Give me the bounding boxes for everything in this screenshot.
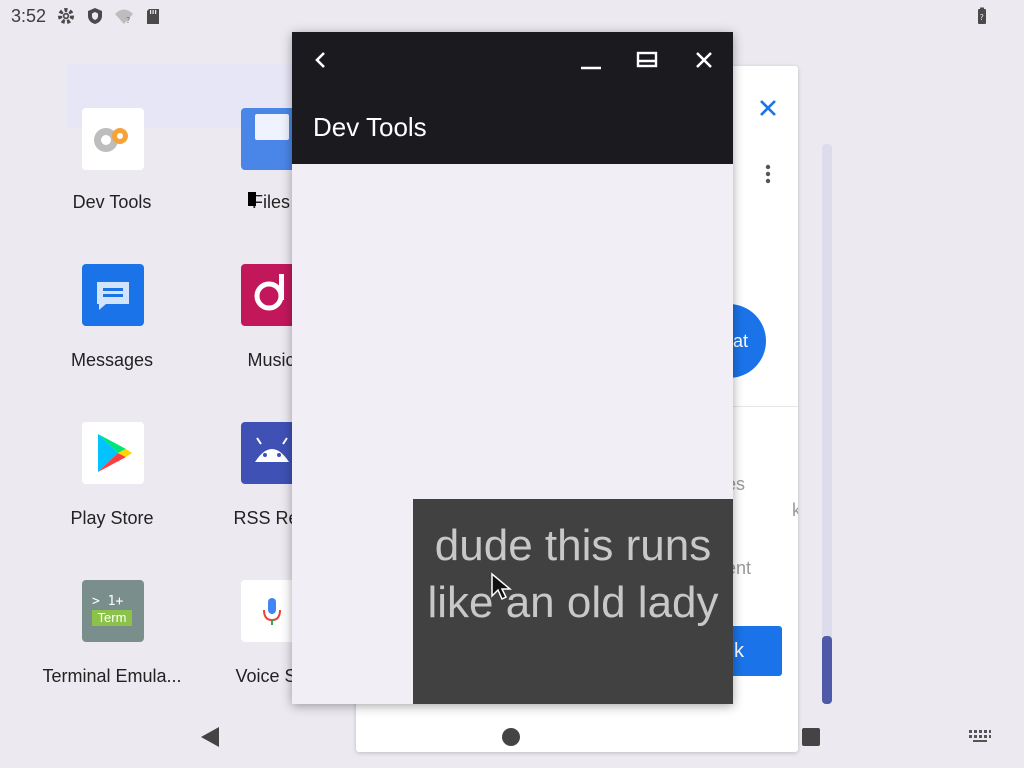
dialog-text: k <box>792 500 798 520</box>
messages-icon <box>82 264 144 326</box>
status-time: 3:52 <box>11 6 47 26</box>
scrollbar-track[interactable] <box>822 144 832 704</box>
window-header: Dev Tools <box>292 32 733 164</box>
play-store-icon <box>82 422 144 484</box>
recents-nav-icon[interactable] <box>800 726 822 748</box>
svg-text:?: ? <box>980 13 984 22</box>
app-label: Dev Tools <box>72 192 152 212</box>
app-label: Terminal Emula... <box>42 666 182 686</box>
window-title: Dev Tools <box>313 112 427 142</box>
back-icon[interactable] <box>302 42 338 78</box>
back-nav-icon[interactable] <box>198 724 224 750</box>
navigation-bar <box>0 704 1024 768</box>
text-cursor <box>248 192 256 206</box>
battery-unknown-icon: ? <box>978 7 986 24</box>
dev-tools-icon <box>82 108 144 170</box>
dev-tools-window: Dev Tools dude this runs like an old lad… <box>292 32 733 704</box>
more-vert-icon[interactable] <box>756 162 780 186</box>
app-label: Messages <box>70 350 154 370</box>
app-terminal[interactable]: > 1+ Term Terminal Emula... <box>37 580 187 710</box>
wifi-off-icon: ? <box>115 9 133 25</box>
mouse-cursor-icon <box>491 572 512 601</box>
toast-message: dude this runs like an old lady <box>413 499 733 704</box>
terminal-icon: > 1+ Term <box>82 580 144 642</box>
close-icon[interactable] <box>686 42 722 78</box>
app-label: Play Store <box>70 508 154 528</box>
home-nav-icon[interactable] <box>500 726 522 748</box>
app-play-store[interactable]: Play Store <box>37 422 187 552</box>
sd-card-icon <box>147 9 159 24</box>
close-icon[interactable] <box>756 96 780 120</box>
app-dev-tools[interactable]: Dev Tools <box>37 106 187 236</box>
minimize-icon[interactable] <box>573 42 609 78</box>
app-messages[interactable]: Messages <box>37 264 187 394</box>
settings-icon <box>58 8 74 24</box>
status-bar: 3:52 ? ? <box>0 0 1024 32</box>
maximize-icon[interactable] <box>629 42 665 78</box>
svg-text:?: ? <box>126 16 130 25</box>
keyboard-icon[interactable] <box>968 728 992 744</box>
shield-icon <box>88 8 102 24</box>
scrollbar-thumb[interactable] <box>822 636 832 704</box>
